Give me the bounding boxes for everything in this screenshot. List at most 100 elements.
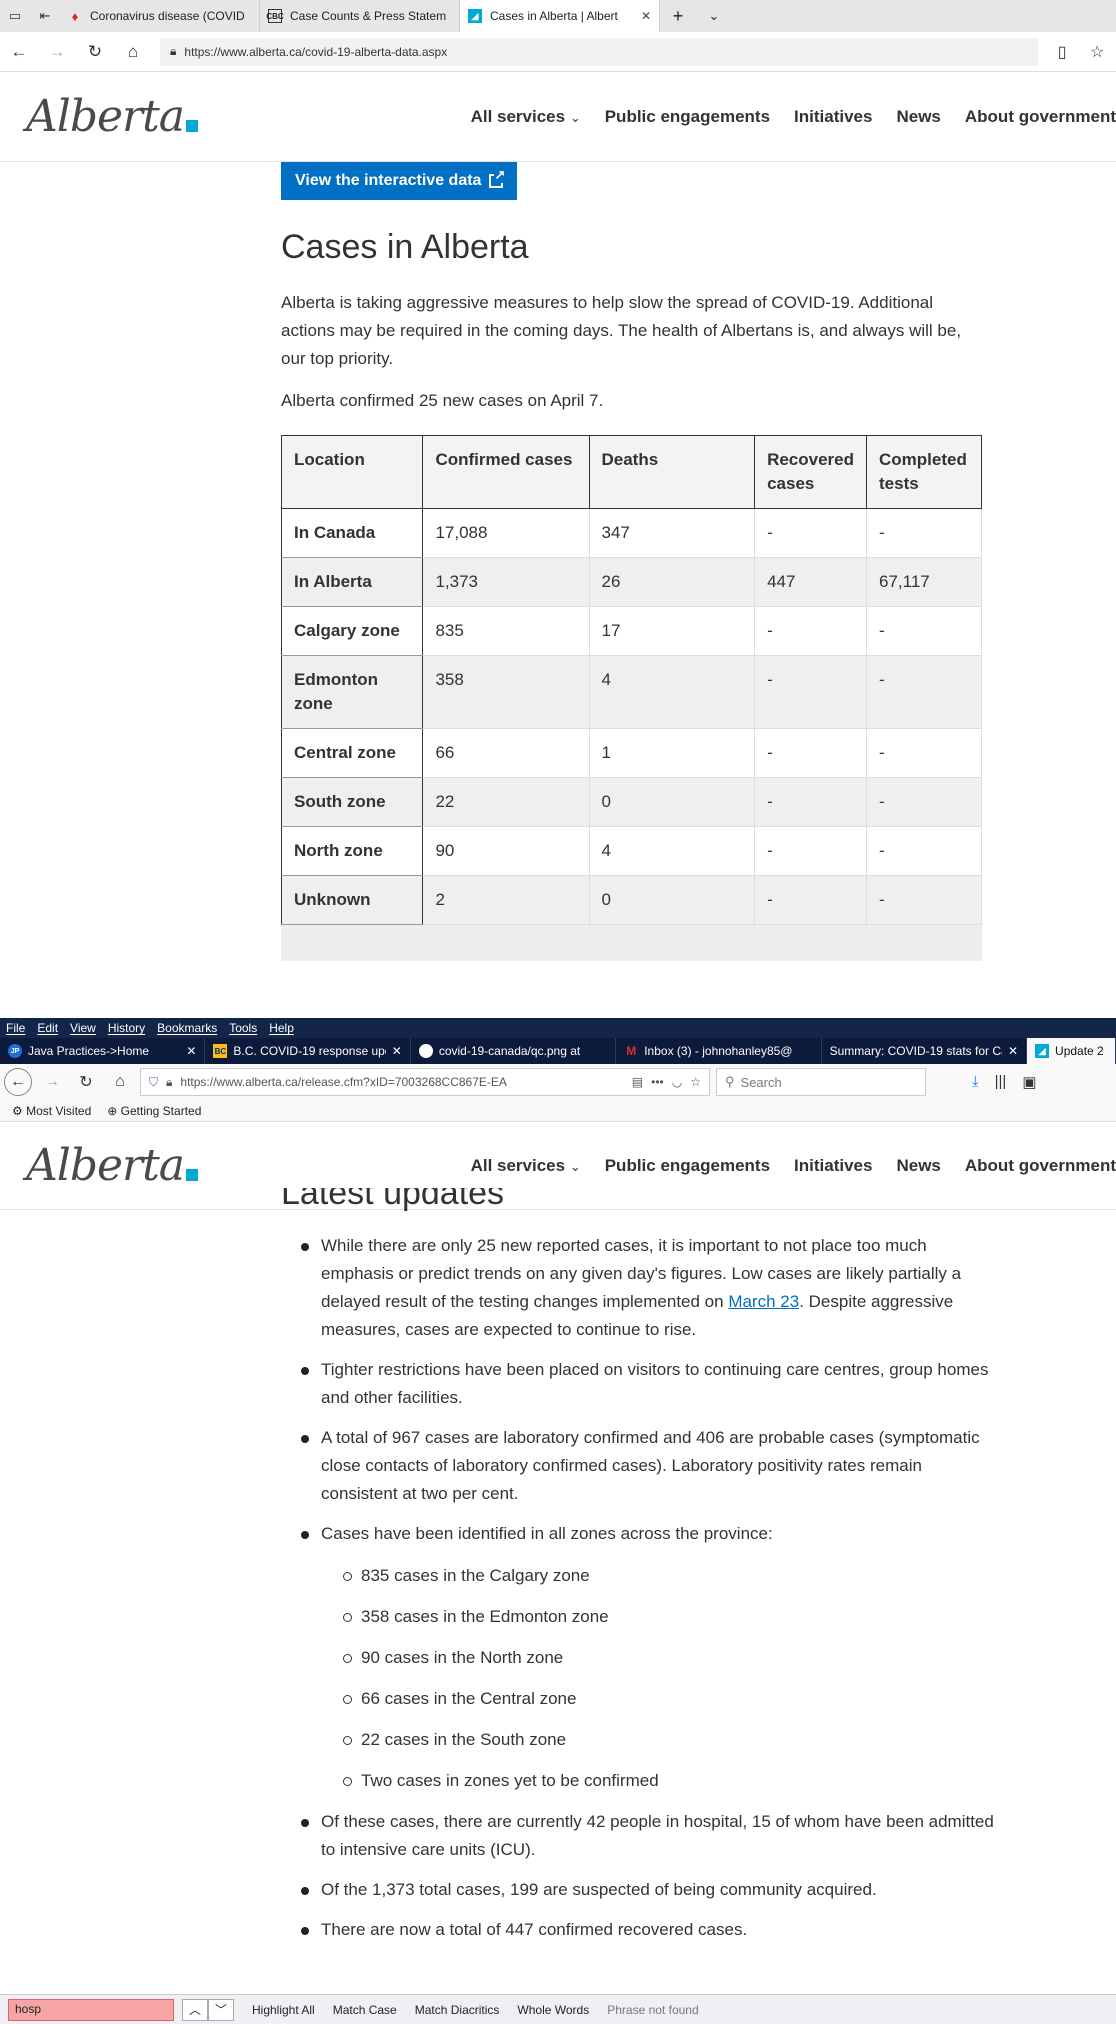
new-tab-icon[interactable]: +: [660, 0, 696, 32]
forward-arrow-icon[interactable]: →: [38, 1073, 66, 1091]
refresh-icon[interactable]: ↻: [76, 42, 114, 62]
alberta-logo[interactable]: Alberta: [26, 91, 198, 142]
address-bar[interactable]: 🔒︎ https://www.alberta.ca/covid-19-alber…: [160, 37, 1038, 66]
nav-all-services[interactable]: All services ⌄: [471, 1156, 581, 1176]
tab-manager-icon[interactable]: ▭: [0, 0, 30, 32]
ff-tab-java-practices[interactable]: JP Java Practices->Home ✕: [0, 1038, 206, 1064]
nav-initiatives[interactable]: Initiatives: [794, 1156, 872, 1176]
edge-tab-cases-in-alberta[interactable]: ◢ Cases in Alberta | Albert ✕: [460, 0, 660, 32]
highlight-all-option[interactable]: Highlight All: [252, 2003, 315, 2017]
tab-title: Java Practices->Home: [28, 1044, 150, 1058]
ff-tab-github-qc[interactable]: covid-19-canada/qc.png at: [411, 1038, 617, 1064]
firefox-tab-bar: JP Java Practices->Home ✕ BC B.C. COVID-…: [0, 1038, 1116, 1064]
whole-words-option[interactable]: Whole Words: [517, 2003, 589, 2017]
release-content: Latest updates While there are only 25 n…: [281, 1188, 1001, 1956]
edge-tab-coronavirus[interactable]: ♦ Coronavirus disease (COVID: [60, 0, 260, 32]
firefox-browser-window: File Edit View History Bookmarks Tools H…: [0, 1018, 1116, 2024]
set-aside-tabs-icon[interactable]: ⇤: [30, 0, 60, 32]
view-interactive-data-button[interactable]: View the interactive data: [281, 162, 518, 200]
find-previous-icon[interactable]: ︿: [182, 1998, 208, 2021]
menu-help[interactable]: Help: [269, 1021, 294, 1035]
menu-edit[interactable]: Edit: [37, 1021, 58, 1035]
back-arrow-icon[interactable]: ←: [4, 1068, 32, 1096]
more-actions-icon[interactable]: •••: [651, 1075, 664, 1089]
cell-deaths: 4: [588, 826, 756, 876]
edge-toolbar-right: ▯ ☆: [1046, 42, 1116, 62]
sidebar-icon[interactable]: ▣: [1022, 1073, 1036, 1091]
gmail-icon: M: [626, 1044, 637, 1058]
chevron-down-icon[interactable]: ⌄: [696, 0, 732, 32]
col-header-recovered: Recovered cases: [754, 435, 868, 509]
reader-view-icon[interactable]: ▤: [632, 1075, 643, 1089]
cell-tests: -: [866, 875, 982, 925]
download-icon[interactable]: ⤓: [972, 1073, 979, 1091]
lock-icon: 🔒︎: [170, 44, 177, 58]
ff-tab-bc-covid[interactable]: BC B.C. COVID-19 response upd ✕: [205, 1038, 411, 1064]
nav-about-government[interactable]: About government: [965, 1156, 1116, 1176]
ff-tab-gmail-inbox[interactable]: M Inbox (3) - johnohanley85@: [616, 1038, 822, 1064]
alberta-logo[interactable]: Alberta: [26, 1140, 198, 1191]
ff-tab-summary-stats[interactable]: Summary: COVID-19 stats for Ca ✕: [822, 1038, 1028, 1064]
menu-view[interactable]: View: [70, 1021, 96, 1035]
home-icon[interactable]: ⌂: [106, 1073, 134, 1091]
find-bar: hosp ︿ ﹀ Highlight All Match Case Match …: [0, 1994, 1116, 2024]
row-location: North zone: [280, 826, 424, 876]
bookmark-getting-started[interactable]: ⊕ Getting Started: [107, 1104, 201, 1118]
pocket-icon[interactable]: ◡: [672, 1075, 682, 1089]
main-content: View the interactive data Cases in Alber…: [280, 162, 982, 961]
close-icon[interactable]: ✕: [641, 9, 651, 23]
find-next-icon[interactable]: ﹀: [208, 1998, 234, 2021]
home-icon[interactable]: ⌂: [114, 42, 152, 62]
page-title: Cases in Alberta: [281, 228, 529, 266]
menu-history[interactable]: History: [108, 1021, 145, 1035]
col-header-location: Location: [280, 435, 424, 509]
url-text: https://www.alberta.ca/release.cfm?xID=7…: [180, 1075, 507, 1089]
alberta-icon: ◢: [468, 9, 482, 23]
table-row: In Alberta 1,373 26 447 67,117: [280, 557, 982, 607]
search-box[interactable]: ⚲ Search: [716, 1068, 926, 1096]
address-bar[interactable]: ⛉ 🔒︎ https://www.alberta.ca/release.cfm?…: [140, 1068, 710, 1096]
match-case-option[interactable]: Match Case: [333, 2003, 397, 2017]
bc-icon: BC: [213, 1044, 228, 1058]
find-input[interactable]: hosp: [8, 1998, 174, 2021]
table-row: Central zone 66 1 - -: [280, 728, 982, 778]
zones-sublist: 835 cases in the Calgary zone 358 cases …: [321, 1562, 1001, 1795]
cell-recovered: -: [754, 728, 868, 778]
back-arrow-icon[interactable]: ←: [0, 42, 38, 62]
jp-icon: JP: [8, 1044, 22, 1058]
menu-bookmarks[interactable]: Bookmarks: [157, 1021, 217, 1035]
library-icon[interactable]: |||: [995, 1073, 1007, 1091]
list-item: Two cases in zones yet to be confirmed: [321, 1767, 1001, 1795]
nav-initiatives[interactable]: Initiatives: [794, 107, 872, 127]
cell-tests: -: [866, 728, 982, 778]
bookmark-most-visited[interactable]: ⚙ Most Visited: [12, 1104, 91, 1118]
cell-recovered: 447: [754, 557, 868, 607]
cell-confirmed: 835: [422, 606, 590, 656]
match-diacritics-option[interactable]: Match Diacritics: [415, 2003, 500, 2017]
url-text: https://www.alberta.ca/covid-19-alberta-…: [184, 44, 448, 59]
reload-icon[interactable]: ↻: [72, 1072, 100, 1092]
tab-title: B.C. COVID-19 response upd: [233, 1044, 386, 1058]
bookmark-star-icon[interactable]: ☆: [690, 1075, 701, 1089]
menu-file[interactable]: File: [6, 1021, 25, 1035]
close-icon[interactable]: ✕: [186, 1044, 196, 1058]
nav-news[interactable]: News: [896, 107, 940, 127]
edge-tab-case-counts[interactable]: CBC Case Counts & Press Statem: [260, 0, 460, 32]
nav-public-engagements[interactable]: Public engagements: [605, 107, 770, 127]
march-23-link[interactable]: March 23: [728, 1292, 799, 1311]
chevron-down-icon: ⌄: [569, 1158, 581, 1174]
favorites-star-icon[interactable]: ☆: [1090, 42, 1104, 62]
cell-tests: -: [866, 606, 982, 656]
forward-arrow-icon[interactable]: →: [38, 42, 76, 62]
nav-public-engagements[interactable]: Public engagements: [605, 1156, 770, 1176]
ff-tab-update[interactable]: ◢ Update 2: [1027, 1038, 1116, 1064]
close-icon[interactable]: ✕: [1008, 1044, 1018, 1058]
nav-label: All services: [470, 106, 566, 126]
nav-news[interactable]: News: [896, 1156, 940, 1176]
nav-about-government[interactable]: About government: [965, 107, 1116, 127]
reading-view-icon[interactable]: ▯: [1058, 42, 1067, 62]
nav-all-services[interactable]: All services ⌄: [471, 107, 581, 127]
menu-tools[interactable]: Tools: [229, 1021, 257, 1035]
col-header-confirmed: Confirmed cases: [422, 435, 590, 509]
close-icon[interactable]: ✕: [392, 1044, 402, 1058]
